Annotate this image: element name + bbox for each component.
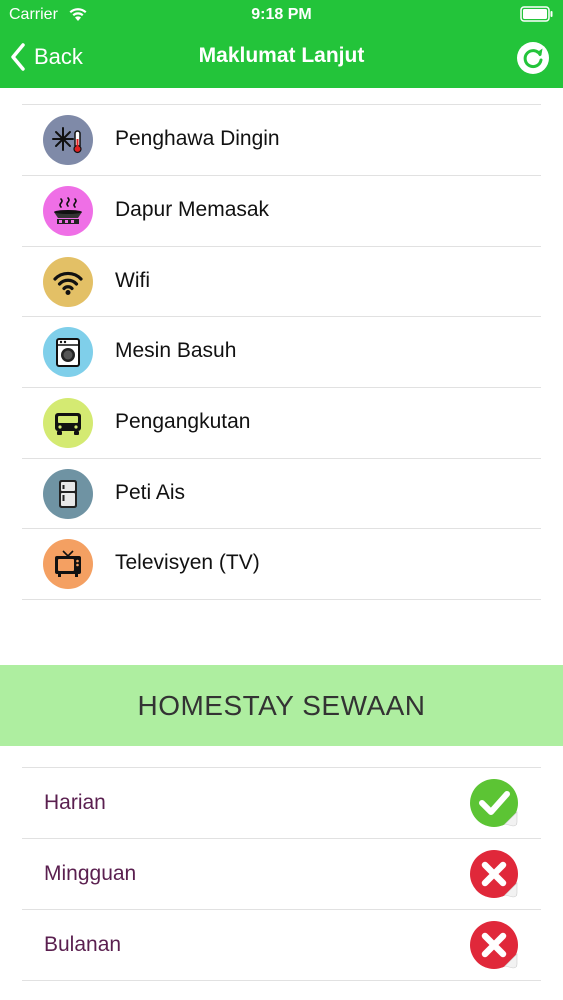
- rental-label: Mingguan: [44, 862, 137, 885]
- status-time: 9:18 PM: [251, 6, 312, 23]
- facility-label: Peti Ais: [115, 481, 186, 504]
- facility-label: Mesin Basuh: [115, 339, 237, 362]
- air-conditioner-icon: [43, 115, 93, 165]
- rental-item-mingguan: Mingguan: [22, 839, 541, 910]
- refrigerator-icon: [43, 469, 93, 519]
- rental-label: Bulanan: [44, 933, 122, 956]
- navigation-bar: Back Maklumat Lanjut: [0, 30, 563, 88]
- red-cross-icon: [470, 921, 518, 969]
- rental-section-header: HOMESTAY SEWAAN: [0, 665, 563, 746]
- television-icon: [43, 539, 93, 589]
- facility-item-washing-machine: Mesin Basuh: [22, 317, 541, 387]
- divider: [22, 980, 541, 981]
- rental-item-harian: Harian: [22, 768, 541, 839]
- app-header: Carrier 9:18 PM Back Maklumat Lanjut: [0, 0, 563, 88]
- facility-item-refrigerator: Peti Ais: [22, 459, 541, 529]
- facility-item-bus: Pengangkutan: [22, 388, 541, 458]
- red-cross-icon: [470, 850, 518, 898]
- facility-label: Penghawa Dingin: [115, 127, 280, 150]
- facility-label: Wifi: [115, 269, 150, 292]
- bus-icon: [43, 398, 93, 448]
- rental-label: Harian: [44, 791, 106, 814]
- facility-item-wifi: Wifi: [22, 247, 541, 317]
- facilities-list: Penghawa Dingin Dapur Memasak Wifi Mesin…: [0, 88, 563, 608]
- rental-item-bulanan: Bulanan: [22, 910, 541, 981]
- facility-item-air-conditioner: Penghawa Dingin: [22, 105, 541, 175]
- divider: [22, 599, 541, 600]
- cooking-stove-icon: [43, 186, 93, 236]
- washing-machine-icon: [43, 327, 93, 377]
- green-check-icon: [470, 779, 518, 827]
- facility-item-cooking-stove: Dapur Memasak: [22, 176, 541, 246]
- refresh-icon[interactable]: [516, 41, 550, 75]
- wifi-icon: [43, 257, 93, 307]
- facility-label: Pengangkutan: [115, 410, 251, 433]
- page-title: Maklumat Lanjut: [198, 44, 365, 67]
- facility-label: Dapur Memasak: [115, 198, 270, 221]
- battery-icon: [520, 6, 553, 22]
- section-title: HOMESTAY SEWAAN: [137, 689, 426, 721]
- status-bar: Carrier 9:18 PM: [0, 0, 563, 30]
- facility-label: Televisyen (TV): [115, 551, 260, 574]
- facility-item-television: Televisyen (TV): [22, 529, 541, 599]
